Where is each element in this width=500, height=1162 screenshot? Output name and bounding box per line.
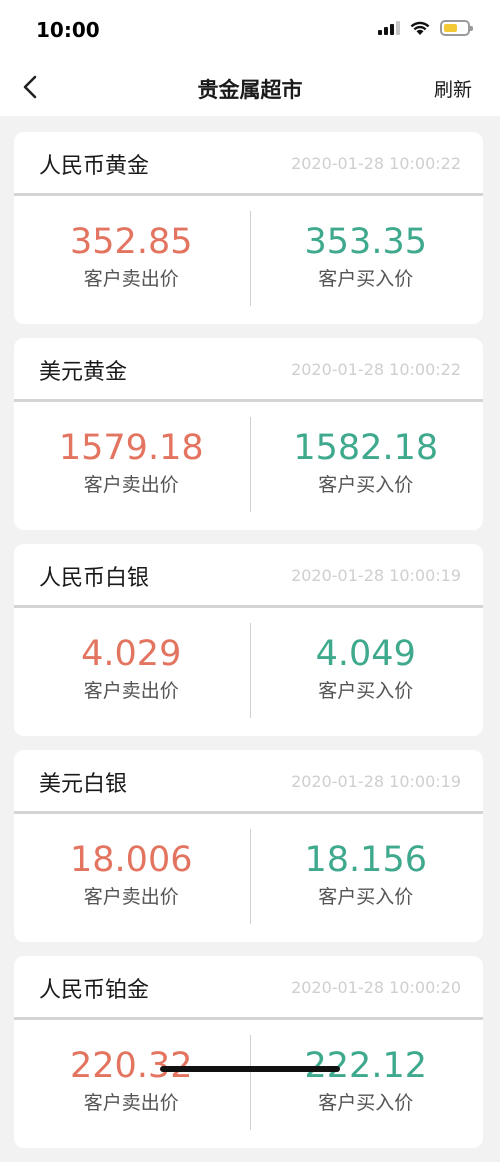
sell-price: 18.006 — [70, 840, 193, 880]
signal-icon — [378, 21, 400, 35]
divider — [250, 623, 251, 718]
sell-column: 1579.18 客户卖出价 — [14, 402, 249, 527]
buy-price-label: 客户买入价 — [318, 1092, 414, 1114]
sell-price-label: 客户卖出价 — [83, 474, 179, 496]
card-body: 4.029 客户卖出价 4.049 客户买入价 — [14, 608, 483, 733]
status-icons — [378, 20, 473, 36]
buy-column: 1582.18 客户买入价 — [249, 402, 484, 527]
card-header: 美元黄金 2020-01-28 10:00:22 — [14, 338, 483, 402]
status-bar: 10:00 — [0, 0, 500, 62]
buy-price-label: 客户买入价 — [318, 268, 414, 290]
divider — [250, 211, 251, 306]
buy-price: 1582.18 — [293, 428, 439, 468]
price-list: 人民币黄金 2020-01-28 10:00:22 352.85 客户卖出价 3… — [14, 132, 483, 1162]
status-time: 10:00 — [36, 18, 100, 42]
buy-price-label: 客户买入价 — [318, 886, 414, 908]
sell-price: 1579.18 — [58, 428, 204, 468]
buy-column: 18.156 客户买入价 — [249, 814, 484, 939]
card-header: 美元白银 2020-01-28 10:00:19 — [14, 750, 483, 814]
buy-price: 353.35 — [304, 222, 427, 262]
card-header: 人民币黄金 2020-01-28 10:00:22 — [14, 132, 483, 196]
card-timestamp: 2020-01-28 10:00:20 — [291, 978, 461, 997]
sell-column: 18.006 客户卖出价 — [14, 814, 249, 939]
card-timestamp: 2020-01-28 10:00:22 — [291, 360, 461, 379]
card-header: 人民币白银 2020-01-28 10:00:19 — [14, 544, 483, 608]
sell-price-label: 客户卖出价 — [83, 1092, 179, 1114]
sell-column: 352.85 客户卖出价 — [14, 196, 249, 321]
home-indicator[interactable] — [160, 1066, 340, 1072]
card-body: 18.006 客户卖出价 18.156 客户买入价 — [14, 814, 483, 939]
card-timestamp: 2020-01-28 10:00:19 — [291, 772, 461, 791]
price-card[interactable]: 人民币黄金 2020-01-28 10:00:22 352.85 客户卖出价 3… — [14, 132, 483, 324]
card-title: 人民币黄金 — [39, 154, 150, 179]
page-title: 贵金属超市 — [197, 78, 303, 102]
card-timestamp: 2020-01-28 10:00:22 — [291, 154, 461, 173]
card-title: 人民币铂金 — [39, 978, 150, 1003]
nav-bar: 贵金属超市 刷新 — [0, 62, 500, 116]
card-title: 美元黄金 — [39, 360, 128, 385]
buy-column: 353.35 客户买入价 — [249, 196, 484, 321]
sell-price-label: 客户卖出价 — [83, 268, 179, 290]
buy-price: 18.156 — [304, 840, 427, 880]
card-body: 220.32 客户卖出价 222.12 客户买入价 — [14, 1020, 483, 1145]
wifi-icon — [410, 21, 430, 35]
card-timestamp: 2020-01-28 10:00:19 — [291, 566, 461, 585]
price-card[interactable]: 美元白银 2020-01-28 10:00:19 18.006 客户卖出价 18… — [14, 750, 483, 942]
card-body: 1579.18 客户卖出价 1582.18 客户买入价 — [14, 402, 483, 527]
sell-price-label: 客户卖出价 — [83, 680, 179, 702]
card-title: 人民币白银 — [39, 566, 150, 591]
divider — [250, 1035, 251, 1130]
sell-price: 352.85 — [70, 222, 193, 262]
buy-price-label: 客户买入价 — [318, 474, 414, 496]
refresh-button[interactable]: 刷新 — [434, 75, 472, 102]
card-body: 352.85 客户卖出价 353.35 客户买入价 — [14, 196, 483, 321]
sell-column: 220.32 客户卖出价 — [14, 1020, 249, 1145]
sell-column: 4.029 客户卖出价 — [14, 608, 249, 733]
buy-column: 222.12 客户买入价 — [249, 1020, 484, 1145]
divider — [250, 829, 251, 924]
divider — [250, 417, 251, 512]
buy-column: 4.049 客户买入价 — [249, 608, 484, 733]
buy-price-label: 客户买入价 — [318, 680, 414, 702]
sell-price: 4.029 — [81, 634, 182, 674]
price-card[interactable]: 人民币白银 2020-01-28 10:00:19 4.029 客户卖出价 4.… — [14, 544, 483, 736]
sell-price-label: 客户卖出价 — [83, 886, 179, 908]
card-header: 人民币铂金 2020-01-28 10:00:20 — [14, 956, 483, 1020]
price-card[interactable]: 人民币铂金 2020-01-28 10:00:20 220.32 客户卖出价 2… — [14, 956, 483, 1148]
card-title: 美元白银 — [39, 772, 128, 797]
buy-price: 4.049 — [315, 634, 416, 674]
price-card[interactable]: 美元黄金 2020-01-28 10:00:22 1579.18 客户卖出价 1… — [14, 338, 483, 530]
battery-icon — [440, 20, 473, 36]
